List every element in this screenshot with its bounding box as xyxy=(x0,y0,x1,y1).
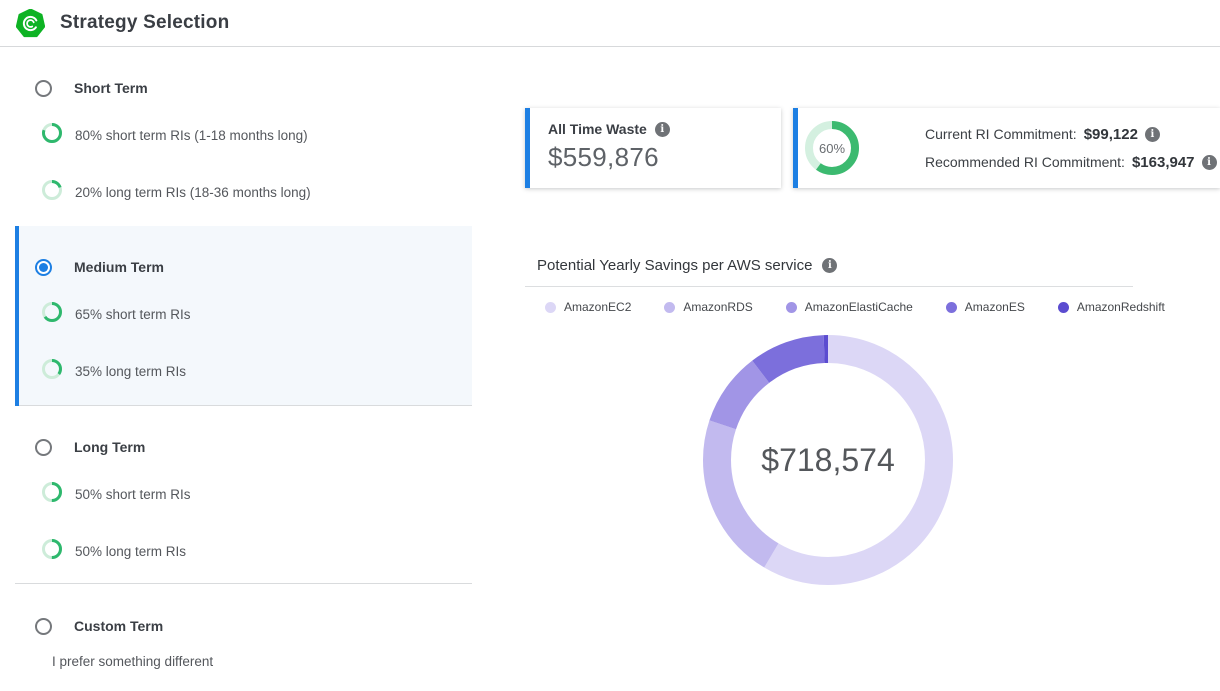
current-ri-commitment-row: Current RI Commitment: $99,122 i xyxy=(925,126,1217,143)
ri-commitment-card: 60% Current RI Commitment: $99,122 i Rec… xyxy=(793,108,1220,188)
allocation-item: 20% long term RIs (18-36 months long) xyxy=(15,182,472,202)
allocation-text: 20% long term RIs (18-36 months long) xyxy=(75,185,311,200)
allocation-text: 50% short term RIs xyxy=(75,487,191,502)
allocation-ring-icon xyxy=(42,180,62,205)
allocation-text: 35% long term RIs xyxy=(75,364,186,379)
strategy-label: Custom Term xyxy=(74,618,163,634)
legend-item[interactable]: AmazonRedshift xyxy=(1058,300,1165,314)
legend-swatch-icon xyxy=(946,302,957,313)
chart-legend: AmazonEC2 AmazonRDS AmazonElastiCache Amazo… xyxy=(545,300,1133,314)
current-ri-label: Current RI Commitment: xyxy=(925,126,1077,142)
legend-label: AmazonRedshift xyxy=(1077,300,1165,314)
allocation-item: 80% short term RIs (1-18 months long) xyxy=(15,125,472,145)
allocation-item: 50% short term RIs xyxy=(15,484,472,504)
legend-label: AmazonES xyxy=(965,300,1025,314)
legend-item[interactable]: AmazonES xyxy=(946,300,1025,314)
legend-item[interactable]: AmazonElastiCache xyxy=(786,300,913,314)
allocation-text: 65% short term RIs xyxy=(75,307,191,322)
radio-medium-term[interactable] xyxy=(35,259,52,276)
donut-center-total: $718,574 xyxy=(761,442,894,478)
radio-short-term[interactable] xyxy=(35,80,52,97)
strategy-option-custom-term: Custom Term I prefer something different xyxy=(15,584,472,670)
allocation-ring-icon xyxy=(42,482,62,507)
allocation-ring-icon xyxy=(42,302,62,327)
legend-label: AmazonElastiCache xyxy=(805,300,913,314)
recommended-ri-label: Recommended RI Commitment: xyxy=(925,154,1125,170)
strategy-head-long-term[interactable]: Long Term xyxy=(15,438,472,456)
savings-donut-chart: $718,574 xyxy=(698,330,958,590)
waste-card-value: $559,876 xyxy=(548,142,781,173)
info-icon[interactable]: i xyxy=(822,258,837,273)
strategy-label: Short Term xyxy=(74,80,148,96)
page-header: Strategy Selection xyxy=(0,0,1220,47)
recommended-ri-commitment-row: Recommended RI Commitment: $163,947 i xyxy=(925,154,1217,171)
allocation-ring-icon xyxy=(42,359,62,384)
allocation-text: 50% long term RIs xyxy=(75,544,186,559)
chart-title: Potential Yearly Savings per AWS service xyxy=(537,257,812,274)
legend-swatch-icon xyxy=(664,302,675,313)
commitment-gauge: 60% xyxy=(805,121,859,175)
custom-term-description: I prefer something different xyxy=(15,654,472,670)
strategy-list: Short Term 80% short term RIs (1-18 mont… xyxy=(15,47,472,670)
all-time-waste-card: All Time Waste i $559,876 xyxy=(525,108,781,188)
allocation-text: 80% short term RIs (1-18 months long) xyxy=(75,128,308,143)
legend-label: AmazonEC2 xyxy=(564,300,631,314)
radio-long-term[interactable] xyxy=(35,439,52,456)
allocation-item: 65% short term RIs xyxy=(15,304,472,324)
app-logo-icon xyxy=(16,9,45,38)
savings-chart-panel: Potential Yearly Savings per AWS service… xyxy=(525,247,1133,590)
legend-item[interactable]: AmazonRDS xyxy=(664,300,752,314)
legend-label: AmazonRDS xyxy=(683,300,752,314)
strategy-head-medium-term[interactable]: Medium Term xyxy=(15,258,472,276)
legend-swatch-icon xyxy=(545,302,556,313)
info-icon[interactable]: i xyxy=(1202,155,1217,170)
recommended-ri-value: $163,947 xyxy=(1132,154,1195,171)
page-title: Strategy Selection xyxy=(60,12,229,34)
radio-custom-term[interactable] xyxy=(35,618,52,635)
info-icon[interactable]: i xyxy=(655,122,670,137)
strategy-option-medium-term-selected: Medium Term 65% short term RIs 35% long … xyxy=(15,226,472,406)
allocation-ring-icon xyxy=(42,539,62,564)
allocation-ring-icon xyxy=(42,123,62,148)
current-ri-value: $99,122 xyxy=(1084,126,1138,143)
allocation-item: 50% long term RIs xyxy=(15,541,472,561)
strategy-option-long-term: Long Term 50% short term RIs 50% long te… xyxy=(15,406,472,584)
legend-item[interactable]: AmazonEC2 xyxy=(545,300,631,314)
strategy-head-short-term[interactable]: Short Term xyxy=(15,79,472,97)
legend-swatch-icon xyxy=(1058,302,1069,313)
legend-swatch-icon xyxy=(786,302,797,313)
strategy-label: Medium Term xyxy=(74,259,164,275)
strategy-label: Long Term xyxy=(74,439,145,455)
strategy-head-custom-term[interactable]: Custom Term xyxy=(15,617,472,635)
gauge-percent-label: 60% xyxy=(805,121,859,175)
allocation-item: 35% long term RIs xyxy=(15,361,472,381)
info-icon[interactable]: i xyxy=(1145,127,1160,142)
strategy-option-short-term: Short Term 80% short term RIs (1-18 mont… xyxy=(15,47,472,202)
waste-card-label: All Time Waste xyxy=(548,121,647,137)
